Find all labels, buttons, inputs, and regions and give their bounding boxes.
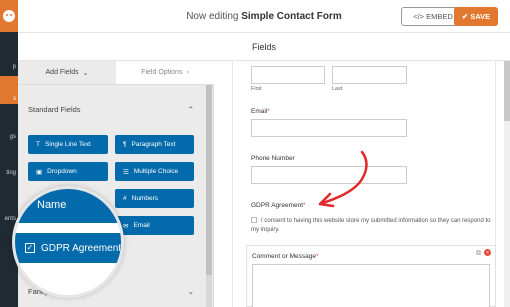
form-name: Simple Contact Form [241, 11, 342, 22]
paragraph-icon: ¶ [123, 141, 127, 148]
tab-field-options[interactable]: Field Options › [116, 61, 214, 84]
tab-field-options-label: Field Options [141, 69, 183, 76]
numbers-label: Numbers [131, 195, 158, 202]
gdpr-consent[interactable]: I consent to having this website store m… [251, 217, 491, 235]
wpforms-logo[interactable] [0, 0, 18, 32]
magnified-name-button[interactable]: Name [15, 189, 121, 223]
tab-add-fields-label: Add Fields [45, 69, 79, 76]
chevron-up-icon: ⌃ [187, 105, 194, 114]
single-line-text-label: Single Line Text [44, 141, 91, 148]
hash-icon: # [123, 195, 127, 202]
delete-icon[interactable]: × [484, 249, 491, 256]
email-label: Email [133, 222, 150, 229]
fields-section-header: Fields [18, 33, 510, 61]
chevron-down-icon: ⌄ [187, 287, 194, 296]
comment-field-block[interactable]: Comment or Message* ⧉ × [246, 245, 496, 307]
rail-item-setup[interactable]: p [0, 44, 18, 72]
title-prefix: Now editing [186, 11, 239, 22]
zoom-magnifier: Name ✓ GDPR Agreement [12, 186, 124, 298]
phone-field-label: Phone Number [251, 155, 295, 162]
dropdown-label: Dropdown [47, 168, 77, 175]
multiple-choice-label: Multiple Choice [133, 168, 179, 175]
duplicate-icon[interactable]: ⧉ [476, 250, 481, 258]
paragraph-text-label: Paragraph Text [131, 141, 176, 148]
consent-text: I consent to having this website store m… [251, 218, 491, 233]
multiple-choice-button[interactable]: ☰ Multiple Choice [115, 162, 194, 181]
tab-add-fields[interactable]: Add Fields ⌄ [18, 61, 116, 84]
single-line-text-button[interactable]: T Single Line Text [28, 135, 108, 154]
preview-scrollbar[interactable] [504, 61, 510, 307]
email-field-label: Email* [251, 108, 270, 115]
gdpr-field-label: GDPR Agreement* [251, 202, 306, 209]
rail-item-settings[interactable]: gs [0, 114, 18, 142]
panel-tabs: Add Fields ⌄ Field Options › [18, 61, 214, 85]
rail-item-marketing[interactable]: ting [0, 150, 18, 178]
magnified-gdpr-label: GDPR Agreement [41, 242, 122, 254]
required-asterisk: * [267, 108, 270, 115]
bear-icon [3, 10, 15, 22]
dropdown-icon: ▣ [36, 168, 43, 176]
standard-fields-heading: Standard Fields [28, 105, 81, 114]
paragraph-text-button[interactable]: ¶ Paragraph Text [115, 135, 194, 154]
list-icon: ☰ [123, 168, 129, 176]
consent-checkbox[interactable] [251, 217, 257, 223]
email-input[interactable] [251, 119, 407, 137]
preview-scroll-thumb[interactable] [504, 61, 510, 121]
chevron-down-icon: ⌄ [82, 69, 89, 77]
email-button[interactable]: ✉ Email [115, 216, 194, 235]
dropdown-button[interactable]: ▣ Dropdown [28, 162, 108, 181]
comment-label-text: Comment or Message [252, 253, 316, 260]
email-label-text: Email [251, 108, 268, 115]
save-button[interactable]: ✔ SAVE [454, 7, 498, 26]
comment-textarea[interactable] [252, 264, 490, 307]
text-icon: T [36, 141, 40, 148]
numbers-button[interactable]: # Numbers [115, 189, 194, 208]
top-bar: Now editing Simple Contact Form </> EMBE… [18, 0, 510, 33]
panel-scrollbar[interactable] [206, 85, 212, 307]
magnified-gdpr-agreement-button[interactable]: ✓ GDPR Agreement [15, 233, 122, 263]
first-sublabel: First [251, 86, 262, 92]
rail-item-fields[interactable]: s [0, 76, 18, 104]
gdpr-label-text: GDPR Agreement [251, 202, 304, 209]
last-sublabel: Last [332, 86, 343, 92]
last-name-input[interactable] [332, 66, 407, 84]
first-name-input[interactable] [251, 66, 325, 84]
standard-fields-header[interactable]: Standard Fields ⌃ [28, 105, 194, 114]
chevron-right-icon: › [186, 69, 189, 76]
checkbox-icon: ✓ [25, 243, 35, 253]
envelope-icon: ✉ [123, 222, 129, 230]
annotation-arrow-icon [318, 150, 368, 208]
required-asterisk: * [315, 253, 319, 260]
panel-scroll-thumb[interactable] [206, 85, 212, 275]
comment-field-label: Comment or Message* [252, 253, 318, 260]
